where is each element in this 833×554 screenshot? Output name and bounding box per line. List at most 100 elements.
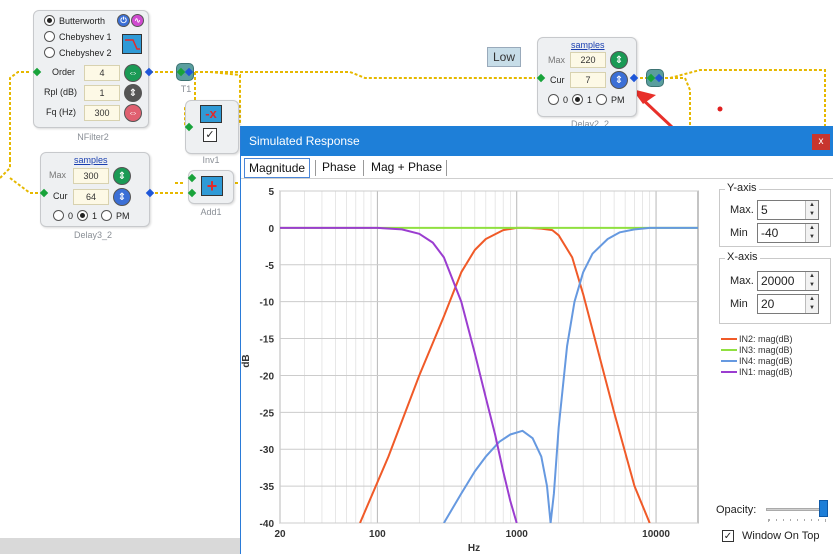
delay3-radio-0[interactable]	[53, 210, 64, 221]
filter-type-butterworth[interactable]: Butterworth	[44, 15, 105, 26]
t1-caption: T1	[180, 84, 192, 94]
filter-caption: NFilter2	[77, 132, 109, 142]
legend-item-in1: IN1: mag(dB)	[721, 367, 793, 377]
ripple-adjust-icon[interactable]: ⇕	[124, 84, 142, 102]
delay3-cur-field[interactable]: 64	[73, 189, 109, 205]
xmax-spin-arrows-icon[interactable]: ▲ ▼	[805, 272, 818, 290]
delay3-radio-1[interactable]	[77, 210, 89, 221]
ymin-spinbox[interactable]: -40 ▲ ▼	[757, 223, 819, 243]
filter-type-chebyshev1[interactable]: Chebyshev 1	[44, 31, 112, 42]
adder-caption: Add1	[200, 207, 222, 217]
tab-mag-phase[interactable]: Mag + Phase	[367, 158, 446, 178]
ymax-spin-arrows-icon[interactable]: ▲ ▼	[805, 201, 818, 219]
radio-chebyshev2[interactable]	[44, 47, 55, 58]
delay2-cur-adjust-icon[interactable]: ⇕	[610, 71, 628, 89]
x-tick-label: 100	[369, 529, 386, 540]
order-adjust-icon[interactable]: ⇔	[124, 64, 142, 82]
delay3-mode-radios[interactable]: 0 1 PM	[53, 210, 130, 221]
x-axis-label: Hz	[468, 543, 480, 554]
x-tick-label: 10000	[642, 529, 670, 540]
dialog-title-bar[interactable]: Simulated Response	[241, 126, 833, 156]
dialog-title: Simulated Response	[249, 134, 360, 148]
xmin-value: 20	[761, 297, 775, 311]
y-tick-label: 5	[268, 187, 274, 198]
delay2-cur-field[interactable]: 7	[570, 72, 606, 88]
delay3-caption: Delay3_2	[73, 230, 113, 240]
opacity-slider-thumb[interactable]	[819, 500, 829, 517]
delay2-max-field[interactable]: 220	[570, 52, 606, 68]
legend-swatch	[721, 360, 737, 362]
window-on-top-checkbox[interactable]: ✓	[722, 530, 734, 542]
ymin-spin-arrows-icon[interactable]: ▲ ▼	[805, 224, 818, 242]
plot-area	[279, 190, 699, 524]
tab-separator	[315, 160, 316, 176]
window-on-top-label: Window On Top	[742, 530, 820, 542]
canvas-scrollbar[interactable]	[0, 538, 240, 554]
frequency-label: Fq (Hz)	[46, 107, 76, 117]
delay2-max-adjust-icon[interactable]: ⇕	[610, 51, 628, 69]
tab-separator	[363, 160, 364, 176]
radio-chebyshev1[interactable]	[44, 31, 55, 42]
invert-icon: -x	[200, 105, 222, 123]
opacity-slider-ticks	[768, 519, 826, 521]
y-tick-label: -5	[265, 261, 274, 272]
delay2-mode-radios[interactable]: 0 1 PM	[548, 94, 625, 105]
delay2-samples-link[interactable]: samples	[571, 40, 605, 50]
simulated-response-dialog[interactable]: Simulated Response x Magnitude Phase Mag…	[240, 126, 833, 554]
tab-separator	[446, 160, 447, 176]
y-tick-label: -35	[260, 482, 275, 493]
low-label: Low	[487, 47, 521, 67]
xmin-spinbox[interactable]: 20 ▲ ▼	[757, 294, 819, 314]
delay3-radio-pm-label: PM	[116, 210, 130, 221]
delay3-cur-adjust-icon[interactable]: ⇕	[113, 188, 131, 206]
delay3-radio-pm[interactable]	[101, 210, 113, 221]
power-icon[interactable]: ⏻	[117, 14, 130, 27]
frequency-field[interactable]: 300	[84, 105, 120, 121]
radio-butterworth[interactable]	[44, 15, 55, 26]
wave-icon[interactable]: ∿	[131, 14, 144, 27]
ymax-spinbox[interactable]: 5 ▲ ▼	[757, 200, 819, 220]
legend-swatch	[721, 371, 737, 373]
delay3-samples-link[interactable]: samples	[74, 155, 108, 165]
adder-block[interactable]: +	[188, 170, 234, 204]
xmin-spin-arrows-icon[interactable]: ▲ ▼	[805, 295, 818, 313]
xaxis-group	[719, 258, 831, 324]
y-tick-label: -30	[260, 445, 275, 456]
delay2-block[interactable]: samples Max 220 ⇕ Cur 7 ⇕ 0 1 PM	[537, 37, 637, 117]
legend-item-in3: IN3: mag(dB)	[721, 345, 793, 355]
delay3-max-field[interactable]: 300	[73, 168, 109, 184]
lowpass-response-icon[interactable]	[122, 34, 142, 54]
delay2-radio-pm[interactable]	[596, 94, 608, 105]
xmin-label: Min	[730, 298, 748, 310]
y-axis-label: dB	[241, 354, 252, 367]
xmax-label: Max.	[730, 275, 754, 287]
frequency-adjust-icon[interactable]: ⇔	[124, 104, 142, 122]
invert-enable-checkbox[interactable]: ✓	[203, 128, 217, 142]
order-field[interactable]: 4	[84, 65, 120, 81]
ymax-label: Max.	[730, 204, 754, 216]
delay3-cur-label: Cur	[53, 191, 68, 201]
tab-phase[interactable]: Phase	[318, 158, 360, 178]
chebyshev2-label: Chebyshev 2	[59, 47, 112, 58]
tab-magnitude[interactable]: Magnitude	[244, 158, 311, 178]
delay3-max-adjust-icon[interactable]: ⇕	[113, 167, 131, 185]
y-tick-label: -20	[260, 371, 275, 382]
delay3-block[interactable]: samples Max 300 ⇕ Cur 64 ⇕ 0 1 PM	[40, 152, 150, 227]
y-tick-label: 0	[268, 224, 274, 235]
y-tick-label: -40	[260, 519, 275, 530]
close-button[interactable]: x	[812, 134, 830, 150]
delay2-radio-1[interactable]	[572, 94, 584, 105]
window-on-top-option[interactable]: ✓ Window On Top	[722, 530, 819, 542]
delay2-radio-0[interactable]	[548, 94, 559, 105]
legend-swatch	[721, 338, 737, 340]
filter-block[interactable]: Butterworth Chebyshev 1 Chebyshev 2 ⏻ ∿ …	[33, 10, 149, 128]
x-tick-label: 20	[274, 529, 286, 540]
legend-label: IN1: mag(dB)	[739, 367, 793, 377]
xmax-value: 20000	[761, 274, 795, 288]
magnitude-chart[interactable]: 50-5-10-15-20-25-30-35-4020 100 1000 10000 …	[241, 181, 711, 554]
legend-label: IN2: mag(dB)	[739, 334, 793, 344]
xmax-spinbox[interactable]: 20000 ▲ ▼	[757, 271, 819, 291]
filter-type-chebyshev2[interactable]: Chebyshev 2	[44, 47, 112, 58]
add-icon: +	[201, 176, 223, 196]
ripple-field[interactable]: 1	[84, 85, 120, 101]
